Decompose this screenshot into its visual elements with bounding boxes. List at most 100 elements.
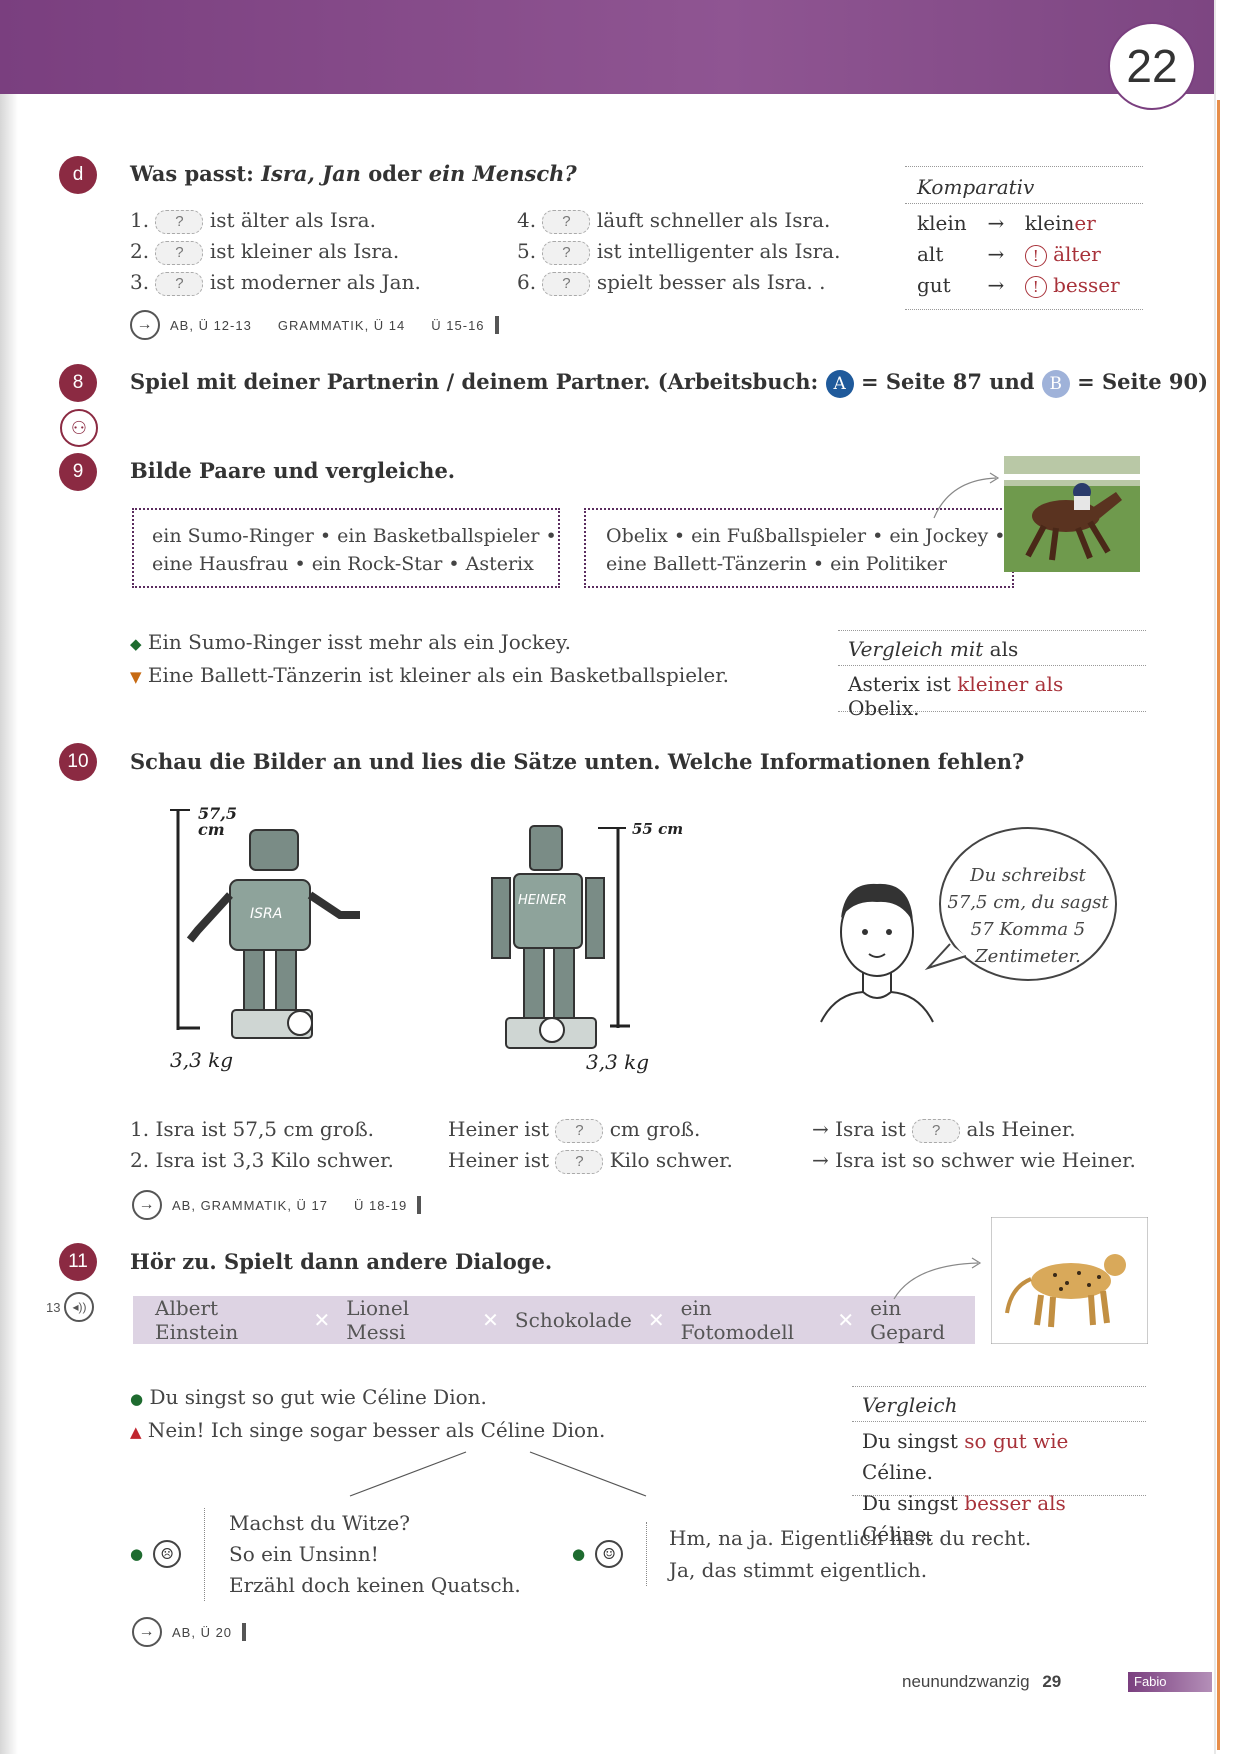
exercise-d-list-right: 4. ? läuft schneller als Isra. 5. ? ist … <box>517 205 840 298</box>
workbook-reference: → AB, GRAMMATIK, Ü 17 Ü 18-19 <box>132 1190 422 1220</box>
response-line: Ja, das stimmt eigentlich. <box>669 1558 928 1582</box>
divider-bar <box>242 1623 247 1641</box>
word-item: Lionel Messi <box>346 1296 410 1344</box>
grammar-title: Vergleich mit als <box>838 631 1146 666</box>
ref-text: Ü 18-19 <box>354 1197 408 1213</box>
sentence-line: 1. Isra ist 57,5 cm groß. <box>130 1117 375 1141</box>
word-box-right: Obelix • ein Fußballspieler • ein Jockey… <box>584 508 1014 588</box>
list-item: 5. ? ist intelligenter als Isra. <box>517 239 841 265</box>
divider-bar <box>417 1196 422 1214</box>
sentences-col-heiner: Heiner ist ? cm groß. Heiner ist ? Kilo … <box>448 1114 733 1176</box>
bullet-icon: ● <box>572 1545 586 1563</box>
list-item: 6. ? spielt besser als Isra. . <box>517 270 826 296</box>
bullet-icon: ● <box>130 1545 144 1563</box>
word-box-left: ein Sumo-Ringer • ein Basketballspieler … <box>132 508 560 588</box>
answer-placeholder[interactable]: ? <box>912 1118 961 1143</box>
vergleich-als-box: Vergleich mit als Asterix ist kleiner al… <box>838 630 1146 720</box>
robot1-weight-label: 3,3 kg <box>170 1048 234 1072</box>
exercise-badge-d: d <box>59 156 97 194</box>
response-line: Erzähl doch keinen Quatsch. <box>229 1573 521 1597</box>
grammar-title: Vergleich <box>852 1387 1146 1422</box>
exercise-d-list-left: 1. ? ist älter als Isra. 2. ? ist kleine… <box>130 205 421 298</box>
list-item: 1. ? ist älter als Isra. <box>130 208 376 234</box>
page-gutter <box>0 94 18 1754</box>
answer-placeholder[interactable]: ? <box>155 240 204 265</box>
workbook-b-badge: B <box>1041 369 1070 398</box>
header-band <box>0 0 1215 94</box>
separator-icon: ✕ <box>647 1308 665 1332</box>
word-line: eine Ballett-Tänzerin • ein Politiker <box>606 553 947 575</box>
response-line: So ein Unsinn! <box>229 1542 379 1566</box>
dialog-example: ● Du singst so gut wie Céline Dion. ▲ Ne… <box>130 1382 605 1448</box>
page-number: 29 <box>1042 1672 1062 1691</box>
word-line: Obelix • ein Fußballspieler • ein Jockey… <box>606 525 1006 547</box>
speech-bubble-text: Du schreibst 57,5 cm, du sagst 57 Komma … <box>947 865 1109 967</box>
sentence-line: 2. Isra ist 3,3 Kilo schwer. <box>130 1148 394 1172</box>
answer-placeholder[interactable]: ? <box>542 209 591 234</box>
dialog-line: ● Du singst so gut wie Céline Dion. <box>130 1385 487 1409</box>
workbook-a-badge: A <box>825 369 854 398</box>
robot1-height-label: 57,5 cm <box>198 804 237 839</box>
edge-rule <box>1217 100 1220 1750</box>
vergleich-box: Vergleich Du singst so gut wie Céline. D… <box>852 1386 1146 1546</box>
exercise-badge-9: 9 <box>59 453 97 491</box>
divider-bar <box>494 316 499 334</box>
komparativ-title: Komparativ <box>905 167 1143 204</box>
workbook-reference: → AB, Ü 12-13 GRAMMATIK, Ü 14 Ü 15-16 <box>130 310 499 340</box>
sentence-line: Heiner ist ? cm groß. <box>448 1117 701 1143</box>
list-item: 4. ? läuft schneller als Isra. <box>517 208 831 234</box>
ref-text: AB, Ü 12-13 <box>170 317 252 333</box>
list-item: 2. ? ist kleiner als Isra. <box>130 239 400 265</box>
answer-placeholder[interactable]: ? <box>555 1118 604 1143</box>
pointer-line <box>933 472 1000 519</box>
arrow-right-icon: → <box>132 1617 162 1647</box>
negative-responses: Machst du Witze? So ein Unsinn! Erzähl d… <box>204 1508 521 1601</box>
sentence-line: → Isra ist ? als Heiner. <box>812 1117 1076 1143</box>
sad-face-icon: ☹ <box>153 1540 182 1568</box>
word-bar: Albert Einstein ✕ Lionel Messi ✕ Schokol… <box>133 1296 975 1344</box>
sentence-line: → Isra ist so schwer wie Heiner. <box>812 1148 1136 1172</box>
word-item: Schokolade <box>514 1308 632 1332</box>
komparativ-row: alt → ! älter <box>917 242 1101 267</box>
chapter-number-badge: 22 <box>1108 22 1196 110</box>
answer-placeholder[interactable]: ? <box>155 209 204 234</box>
exercise-8-text: Spiel mit deiner Partnerin / deinem Part… <box>130 369 1208 398</box>
ref-text: AB, GRAMMATIK, Ü 17 <box>172 1197 329 1213</box>
sentence-line: Heiner ist ? Kilo schwer. <box>448 1148 733 1174</box>
exercise-badge-8: 8 <box>59 364 97 402</box>
word-item: ein Gepard <box>870 1296 946 1344</box>
answer-placeholder[interactable]: ? <box>542 240 591 265</box>
exercise-9-examples: ◆ Ein Sumo-Ringer isst mehr als ein Jock… <box>130 627 729 693</box>
sentences-col-comparison: → Isra ist ? als Heiner. → Isra ist so s… <box>812 1114 1136 1176</box>
ref-text: Ü 15-16 <box>431 317 485 333</box>
word-item: Albert Einstein <box>155 1296 239 1344</box>
answer-placeholder[interactable]: ? <box>555 1149 604 1174</box>
ref-text: GRAMMATIK, Ü 14 <box>277 317 406 333</box>
exercise-badge-10: 10 <box>59 743 97 781</box>
example-line: ◆ Ein Sumo-Ringer isst mehr als ein Jock… <box>130 630 571 654</box>
audio-track[interactable]: 13 ◂)) <box>46 1292 95 1322</box>
answer-placeholder[interactable]: ? <box>155 271 204 296</box>
exercise-11-title: Hör zu. Spielt dann andere Dialoge. <box>130 1249 553 1274</box>
happy-face-icon: ☺ <box>595 1540 624 1568</box>
exercise-badge-11: 11 <box>59 1243 97 1281</box>
workbook-reference: → AB, Ü 20 <box>132 1617 247 1647</box>
positive-response-marker: ● ☺ <box>572 1540 624 1568</box>
footer-tag: Fabio <box>1128 1672 1212 1692</box>
exercise-10-title: Schau die Bilder an und lies die Sätze u… <box>130 749 1025 774</box>
robot-chest-label: HEINER <box>518 893 567 908</box>
cheetah-photo <box>991 1217 1148 1344</box>
audio-play-icon[interactable]: ◂)) <box>64 1292 95 1322</box>
robot2-weight-label: 3,3 kg <box>586 1050 650 1074</box>
jockey-photo <box>1004 456 1140 572</box>
robot-chest-label: ISRA <box>250 906 282 922</box>
branch-lines <box>349 1451 647 1497</box>
page-number-word: neunundzwanzig <box>902 1672 1030 1691</box>
arrow-right-icon: → <box>132 1190 162 1220</box>
separator-icon: ✕ <box>313 1308 331 1332</box>
page-footer: neunundzwanzig 29 <box>902 1672 1061 1692</box>
answer-placeholder[interactable]: ? <box>542 271 591 296</box>
exercise-9-title: Bilde Paare und vergleiche. <box>130 458 456 483</box>
robot-isra-illustration: ISRA <box>170 809 360 1039</box>
exclamation-icon: ! <box>1024 276 1047 298</box>
